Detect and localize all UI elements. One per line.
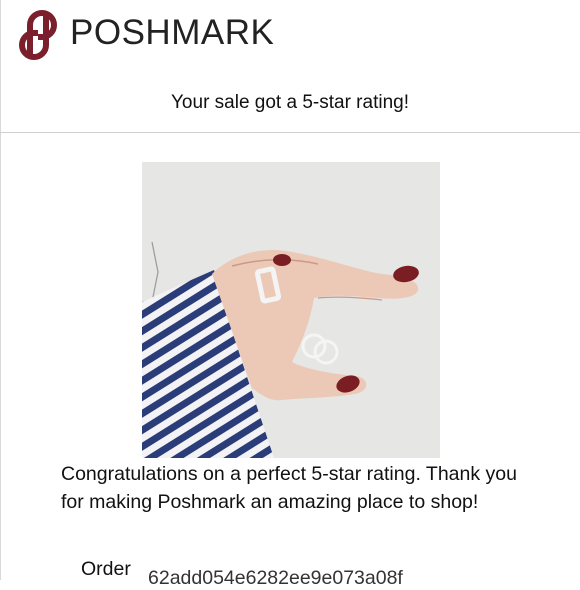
left-border [0,0,1,580]
poshmark-logo-icon[interactable] [16,10,60,60]
divider [0,132,580,133]
order-id[interactable]: 62add054e6282ee9e073a08f [148,566,403,590]
congratulations-message: Congratulations on a perfect 5-star rati… [61,463,517,513]
headline: Your sale got a 5-star rating! [171,92,409,113]
product-image[interactable] [142,162,440,458]
brand-name: POSHMARK [70,13,275,52]
product-photo-illustration [142,162,440,458]
order-label: Order [81,558,131,580]
email-header: POSHMARK [0,0,580,70]
